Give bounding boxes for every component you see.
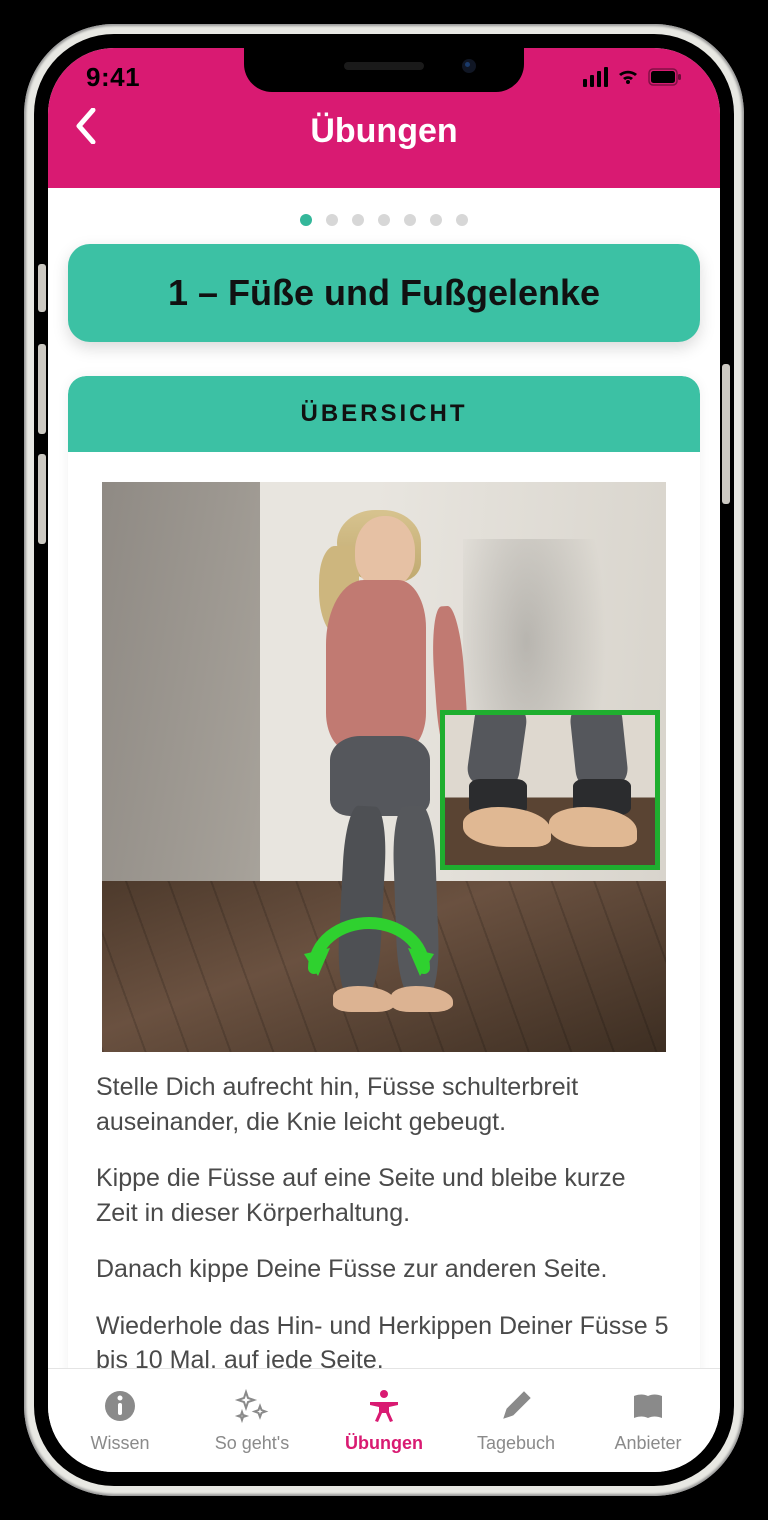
- tab-label: So geht's: [215, 1433, 290, 1454]
- exercise-image-inset: [440, 710, 660, 870]
- tab-label: Übungen: [345, 1433, 423, 1454]
- exercise-title: 1 – Füße und Fußgelenke: [168, 272, 600, 313]
- exercise-image: [102, 482, 666, 1052]
- sparkle-icon: [234, 1388, 270, 1429]
- volume-up-button: [38, 344, 46, 434]
- tab-anbieter[interactable]: Anbieter: [582, 1369, 720, 1472]
- overview-button[interactable]: ÜBERSICHT: [68, 376, 700, 452]
- exercise-title-card: 1 – Füße und Fußgelenke: [68, 244, 700, 342]
- tab-wissen[interactable]: Wissen: [48, 1369, 186, 1472]
- tab-so-geht-s[interactable]: So geht's: [186, 1369, 318, 1472]
- exercise-description: Stelle Dich aufrecht hin, Füsse schulter…: [68, 1064, 700, 1368]
- info-icon: [102, 1388, 138, 1429]
- phone-bezel: 9:41 Übungen: [34, 34, 734, 1486]
- back-button[interactable]: [66, 106, 106, 146]
- description-paragraph: Stelle Dich aufrecht hin, Füsse schulter…: [96, 1070, 672, 1139]
- volume-down-button: [38, 454, 46, 544]
- page-dot[interactable]: [378, 214, 390, 226]
- status-time: 9:41: [86, 62, 140, 93]
- tab-label: Tagebuch: [477, 1433, 555, 1454]
- page-dot[interactable]: [456, 214, 468, 226]
- overview-label: ÜBERSICHT: [300, 400, 467, 427]
- notch: [244, 48, 524, 92]
- description-paragraph: Danach kippe Deine Füsse zur anderen Sei…: [96, 1252, 672, 1287]
- page-dot[interactable]: [326, 214, 338, 226]
- description-paragraph: Wiederhole das Hin- und Herkippen Deiner…: [96, 1309, 672, 1369]
- book-icon: [630, 1388, 666, 1429]
- page-title: Übungen: [310, 112, 457, 151]
- motion-arrow-icon: [294, 898, 444, 988]
- power-button: [722, 364, 730, 504]
- content-scroll[interactable]: 1 – Füße und Fußgelenke ÜBERSICHT: [48, 188, 720, 1368]
- pencil-icon: [498, 1388, 534, 1429]
- wifi-icon: [616, 62, 640, 93]
- page-dot[interactable]: [300, 214, 312, 226]
- page-dot[interactable]: [352, 214, 364, 226]
- page-indicator[interactable]: [68, 214, 700, 226]
- tab-tagebuch[interactable]: Tagebuch: [450, 1369, 582, 1472]
- exercise-card: ÜBERSICHT: [68, 376, 700, 1368]
- screen: 9:41 Übungen: [48, 48, 720, 1472]
- description-paragraph: Kippe die Füsse auf eine Seite und bleib…: [96, 1161, 672, 1230]
- mute-switch: [38, 264, 46, 312]
- page-dot[interactable]: [404, 214, 416, 226]
- tab-bar: Wissen So geht's Übungen Tagebuch Anbieter: [48, 1368, 720, 1472]
- tab--bungen[interactable]: Übungen: [318, 1369, 450, 1472]
- tab-label: Wissen: [90, 1433, 149, 1454]
- cellular-icon: [583, 67, 608, 87]
- body-icon: [366, 1388, 402, 1429]
- phone-frame: 9:41 Übungen: [24, 24, 744, 1496]
- battery-icon: [648, 62, 682, 93]
- tab-label: Anbieter: [614, 1433, 681, 1454]
- status-right: [583, 62, 682, 93]
- page-dot[interactable]: [430, 214, 442, 226]
